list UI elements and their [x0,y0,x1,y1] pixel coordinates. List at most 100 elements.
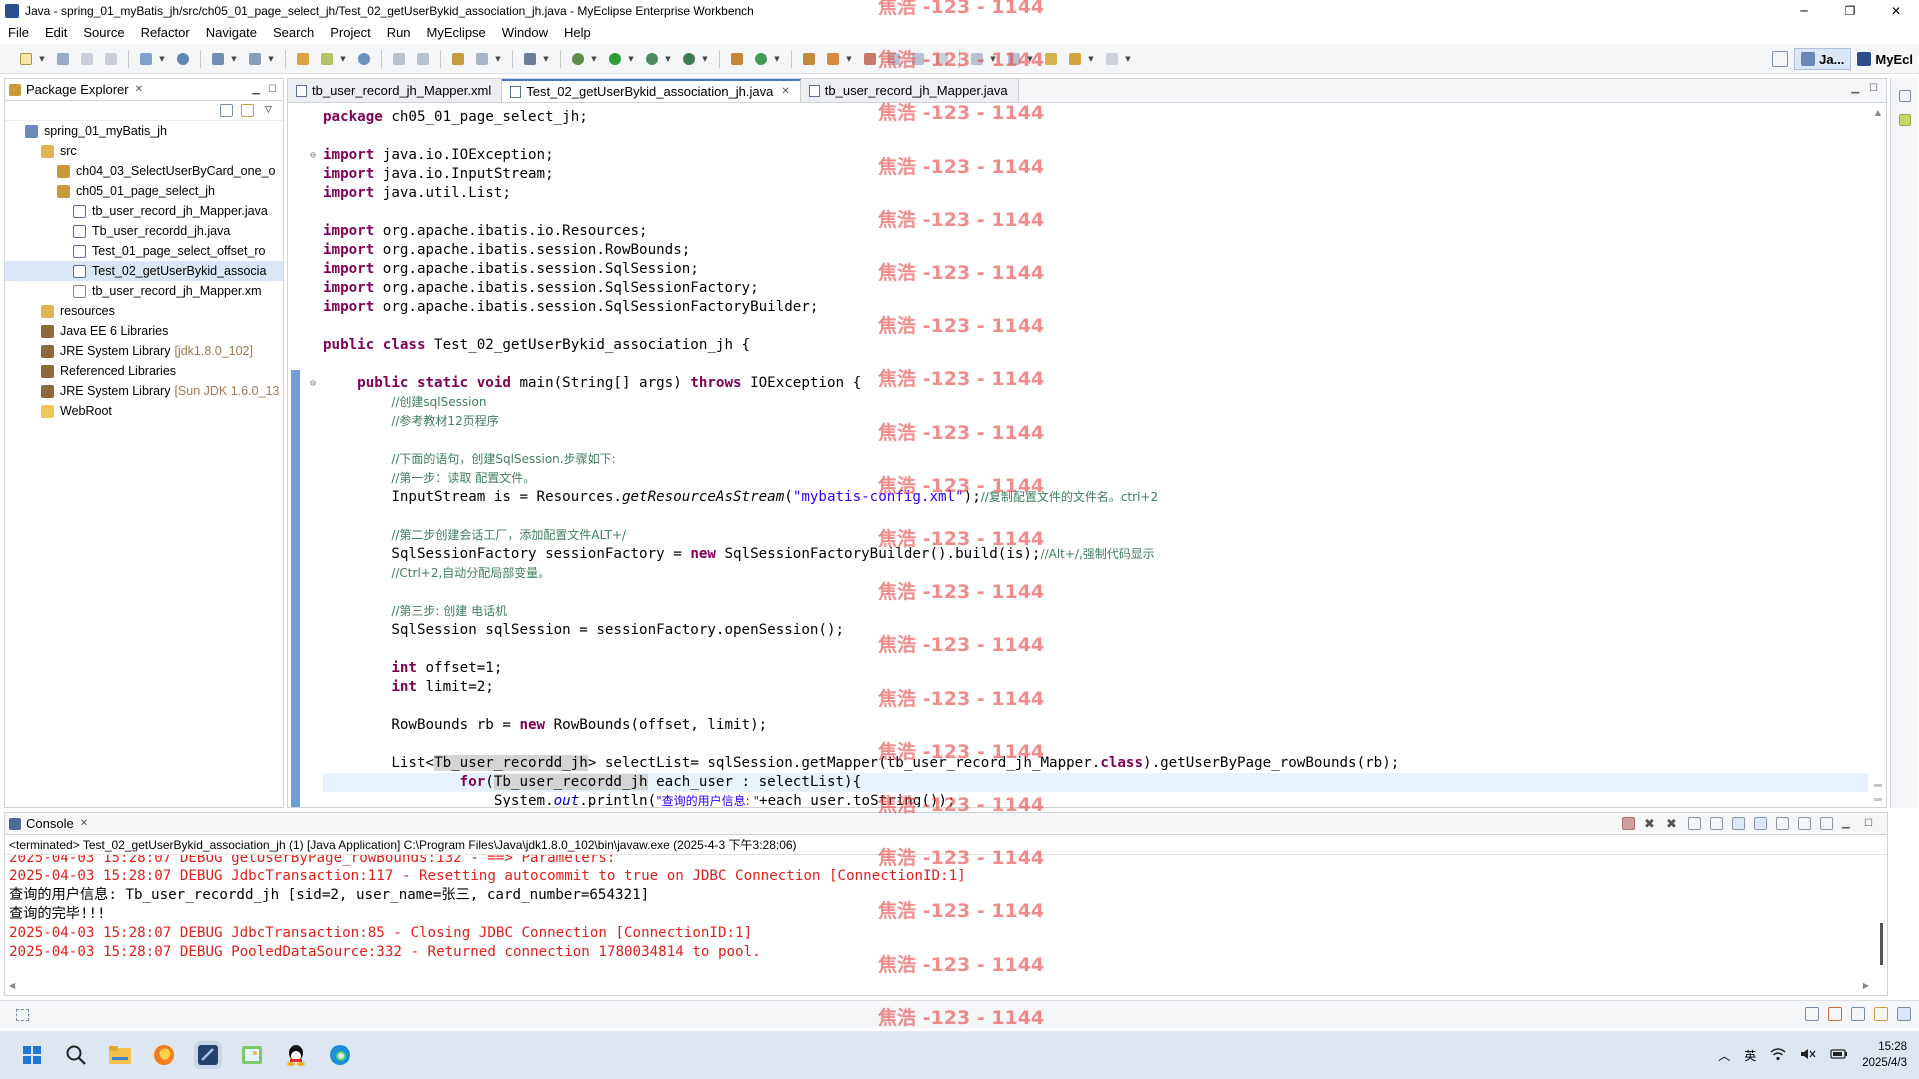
open-resource-icon[interactable] [318,50,336,68]
pin-console-icon[interactable] [1776,817,1789,830]
chevron-up-icon[interactable]: ︿ [1718,1047,1730,1064]
tree-item[interactable]: Test_01_page_select_offset_ro [5,241,283,261]
tree-item[interactable]: spring_01_myBatis_jh [5,121,283,141]
volume-muted-icon[interactable] [1800,1047,1816,1064]
scroll-lock-icon[interactable] [1710,817,1723,830]
tree-item[interactable]: Java EE 6 Libraries [5,321,283,341]
fold-icon[interactable]: ⊖ [310,374,316,393]
battery-icon[interactable] [1830,1048,1848,1063]
tree-item[interactable]: src [5,141,283,161]
coverage-icon[interactable] [643,50,661,68]
scroll-left-icon[interactable]: ◀ [9,981,15,993]
new-class-dropdown-icon[interactable]: ▼ [494,50,502,68]
console-trim-icon[interactable] [1897,1007,1911,1021]
menu-project[interactable]: Project [322,25,378,40]
debug-icon[interactable] [569,50,587,68]
restore-icon[interactable] [1805,1007,1819,1021]
tab-mapper-xml[interactable]: tb_user_record_jh_Mapper.xml [288,79,503,102]
maximize-editor-icon[interactable]: ☐ [1869,83,1878,94]
maximize-console-icon[interactable]: ☐ [1864,817,1877,830]
console-vertical-scrollbar[interactable] [1880,923,1883,965]
external-tools-icon[interactable] [680,50,698,68]
menu-refactor[interactable]: Refactor [133,25,198,40]
menu-search[interactable]: Search [265,25,322,40]
open-console-icon[interactable] [1820,817,1833,830]
tree-item[interactable]: Tb_user_recordd_jh.java [5,221,283,241]
globe-icon[interactable] [355,50,373,68]
fold-icon[interactable]: ⊖ [310,146,316,165]
open-type-icon[interactable] [294,50,312,68]
package-explorer-tab[interactable]: Package Explorer ✕ ▁ ☐ [5,79,283,101]
coverage-dropdown-icon[interactable]: ▼ [664,50,672,68]
run-icon[interactable] [606,50,624,68]
myeclipse-taskbar-icon[interactable] [194,1041,222,1069]
link-with-editor-icon[interactable] [241,104,254,117]
search-dropdown-icon[interactable]: ▼ [845,50,853,68]
toggle-mark-icon[interactable] [861,50,879,68]
java-perspective-button[interactable]: Ja... [1794,48,1852,70]
clear-console-icon[interactable] [1688,817,1701,830]
search-icon[interactable] [824,50,842,68]
tip-icon[interactable] [1898,114,1911,126]
new-package-icon[interactable] [449,50,467,68]
search-taskbar-icon[interactable] [62,1041,90,1069]
print-icon[interactable] [102,50,120,68]
toggle-whitespace-icon[interactable] [909,50,927,68]
console-tab[interactable]: Console ✕ ✖ ✖ ▁ ☐ [5,813,1887,835]
tree-item[interactable]: JRE System Library [Sun JDK 1.6.0_13 [5,381,283,401]
windows-start-icon[interactable] [18,1041,46,1069]
tree-item[interactable]: Test_02_getUserBykid_associa [5,261,283,281]
web-browser-icon[interactable] [174,50,192,68]
debug-dropdown-icon[interactable]: ▼ [590,50,598,68]
myeclipse-perspective-button[interactable]: MyEcl [1851,48,1919,70]
remove-all-terminated-icon[interactable]: ✖ [1666,817,1679,830]
forward-dropdown-icon[interactable]: ▼ [1124,50,1132,68]
previous-annotation-dropdown-icon[interactable]: ▼ [1026,50,1034,68]
menu-edit[interactable]: Edit [37,25,75,40]
server-dropdown-icon[interactable]: ▼ [267,50,275,68]
taskbar-clock[interactable]: 15:28 2025/4/3 [1862,1039,1907,1071]
tree-item[interactable]: JRE System Library [jdk1.8.0_102] [5,341,283,361]
tree-item[interactable]: resources [5,301,283,321]
close-console-icon[interactable]: ✕ [80,818,88,829]
display-console-icon[interactable] [1798,817,1811,830]
web-icon[interactable] [1851,1007,1865,1021]
editor-vertical-scrollbar[interactable]: ▲ [1872,108,1884,803]
back-history-icon[interactable] [390,50,408,68]
new-java-class-icon[interactable] [752,50,770,68]
menu-window[interactable]: Window [494,25,556,40]
tree-item[interactable]: ch05_01_page_select_jh [5,181,283,201]
fast-view-icon[interactable] [16,1009,29,1021]
run-dropdown-icon[interactable]: ▼ [627,50,635,68]
menu-file[interactable]: File [0,25,37,40]
close-window-button[interactable]: ✕ [1873,0,1919,22]
image-viewer-icon[interactable] [238,1041,266,1069]
tree-item[interactable]: WebRoot [5,401,283,421]
back-icon[interactable] [1066,50,1084,68]
console-horizontal-scrollbar[interactable]: ◀ ▶ [9,981,1869,993]
toggle-breadcrumb-icon[interactable] [885,50,903,68]
maximize-view-icon[interactable]: ☐ [268,84,277,95]
save-all-icon[interactable] [78,50,96,68]
show-whitespace-icon[interactable] [933,50,951,68]
open-task-icon[interactable] [800,50,818,68]
menu-help[interactable]: Help [556,25,599,40]
tree-item[interactable]: tb_user_record_jh_Mapper.xm [5,281,283,301]
menu-run[interactable]: Run [379,25,419,40]
new-project-icon[interactable] [137,50,155,68]
ime-indicator[interactable]: 英 [1744,1047,1756,1064]
deploy-dropdown-icon[interactable]: ▼ [230,50,238,68]
screen-icon[interactable] [521,50,539,68]
show-on-stdout-icon[interactable] [1732,817,1745,830]
back-dropdown-icon[interactable]: ▼ [1087,50,1095,68]
minimize-console-icon[interactable]: ▁ [1842,817,1855,830]
new-java-class-dropdown-icon[interactable]: ▼ [773,50,781,68]
new-icon[interactable] [17,50,35,68]
minimize-editor-icon[interactable]: ▁ [1851,83,1859,94]
scroll-up-icon[interactable]: ▲ [1872,108,1884,117]
tree-item[interactable]: Referenced Libraries [5,361,283,381]
minimize-button[interactable]: ─ [1781,0,1827,22]
new-class-icon[interactable] [473,50,491,68]
new-dropdown-icon[interactable]: ▼ [38,50,46,68]
server-icon[interactable] [246,50,264,68]
